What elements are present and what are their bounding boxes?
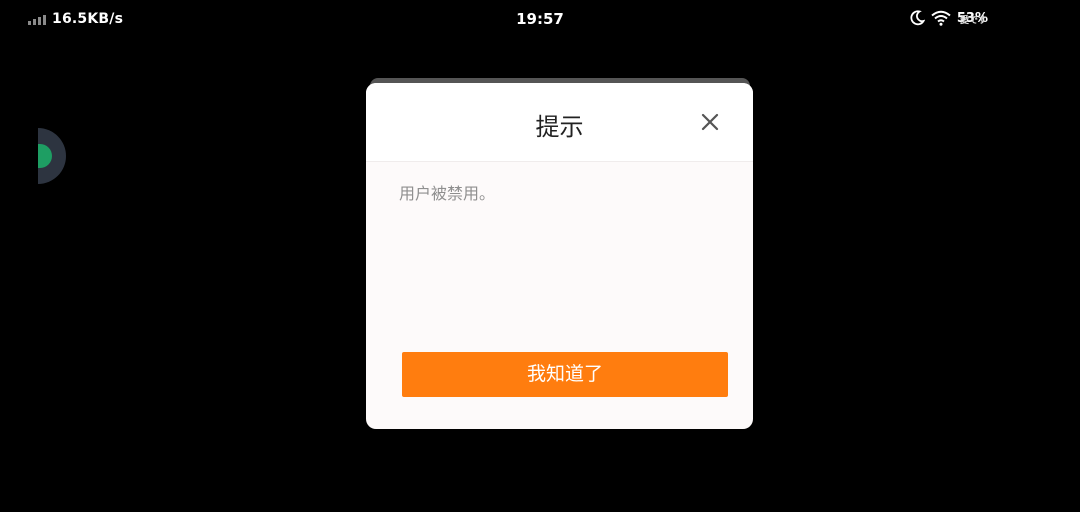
status-bar: 16.5KB/s 19:57 53% 愛です [0,0,1080,40]
screen: 16.5KB/s 19:57 53% 愛です 提示 用户被禁用。 我知道了 [0,0,1080,512]
confirm-button[interactable]: 我知道了 [402,352,728,397]
moon-icon [910,10,925,26]
status-extra-text: 愛です [960,16,988,26]
floating-assistant-button[interactable] [38,128,66,184]
dialog-header: 提示 [366,83,753,162]
dialog-title: 提示 [535,113,584,141]
alert-dialog: 提示 用户被禁用。 我知道了 [366,83,753,429]
close-button[interactable] [699,111,721,133]
wifi-icon [931,10,951,26]
floating-assistant-icon [38,144,52,168]
close-icon [701,113,719,131]
dialog-message: 用户被禁用。 [399,184,496,203]
